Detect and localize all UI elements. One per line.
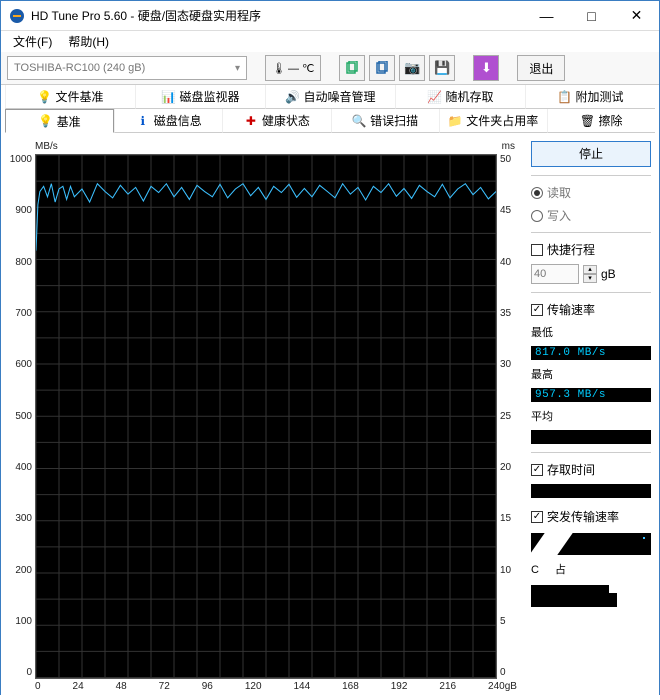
clipboard-icon: 📋 <box>557 90 571 104</box>
checkbox-icon: ✓ <box>531 304 543 316</box>
content-area: MB/s ms 10009008007006005004003002001000… <box>1 133 659 700</box>
label-cpu: C占 <box>531 561 651 577</box>
titlebar[interactable]: HD Tune Pro 5.60 - 硬盘/固态硬盘实用程序 — □ ✕ <box>1 1 659 31</box>
x-axis: 024487296120144168192216240gB <box>5 679 521 692</box>
bulb-icon: 💡 <box>39 114 53 128</box>
tab-aam[interactable]: 🔊自动噪音管理 <box>265 85 395 109</box>
toolbar: TOSHIBA-RC100 (240 gB) 🌡 — ℃ 📷 💾 ⬇ 退出 <box>1 52 659 85</box>
menu-help[interactable]: 帮助(H) <box>60 31 117 52</box>
spin-up-icon[interactable]: ▴ <box>583 265 597 274</box>
file-bench-icon: 💡 <box>37 90 51 104</box>
chart-panel: MB/s ms 10009008007006005004003002001000… <box>5 141 521 692</box>
radio-dot-icon <box>531 210 543 222</box>
search-icon: 🔍 <box>352 114 366 128</box>
temperature-value: — ℃ <box>288 62 314 75</box>
check-access-time[interactable]: ✓存取时间 <box>531 461 651 478</box>
tab-extra-tests[interactable]: 📋附加测试 <box>525 85 655 109</box>
spin-down-icon[interactable]: ▾ <box>583 274 597 283</box>
value-max: 957.3 MB/s <box>531 388 651 402</box>
radio-dot-icon <box>531 187 543 199</box>
value-min: 817.0 MB/s <box>531 346 651 360</box>
random-icon: 📈 <box>427 90 441 104</box>
tab-benchmark[interactable]: 💡基准 <box>5 109 114 133</box>
temperature-display: 🌡 — ℃ <box>265 55 321 81</box>
check-burst-rate[interactable]: ✓突发传输速率 <box>531 508 651 525</box>
quick-size-input[interactable] <box>531 264 579 284</box>
options-button[interactable]: ⬇ <box>473 55 499 81</box>
close-button[interactable]: ✕ <box>614 1 659 30</box>
tab-folder-usage[interactable]: 📁文件夹占用率 <box>439 109 547 133</box>
folder-icon: 📁 <box>448 114 462 128</box>
quick-size-spinner[interactable]: ▴▾ gB <box>531 264 651 284</box>
drive-select-value: TOSHIBA-RC100 (240 gB) <box>14 62 145 74</box>
value-avg-placeholder <box>531 430 651 444</box>
tab-erase[interactable]: 🗑擦除 <box>547 109 655 133</box>
checkbox-icon <box>531 244 543 256</box>
screenshot-button[interactable]: 📷 <box>399 55 425 81</box>
tab-health[interactable]: ✚健康状态 <box>222 109 330 133</box>
radio-write[interactable]: 写入 <box>531 207 651 224</box>
radio-read[interactable]: 读取 <box>531 184 651 201</box>
tab-error-scan[interactable]: 🔍错误扫描 <box>331 109 439 133</box>
speaker-icon: 🔊 <box>285 90 299 104</box>
monitor-icon: 📊 <box>161 90 175 104</box>
value-burst-placeholder <box>531 533 651 555</box>
quick-size-unit: gB <box>601 267 616 281</box>
info-icon: ℹ <box>136 114 150 128</box>
exit-button[interactable]: 退出 <box>517 55 565 81</box>
trash-icon: 🗑 <box>580 114 594 128</box>
value-cpu-placeholder <box>531 585 651 607</box>
app-window: HD Tune Pro 5.60 - 硬盘/固态硬盘实用程序 — □ ✕ 文件(… <box>0 0 660 695</box>
save-button[interactable]: 💾 <box>429 55 455 81</box>
y-axis-unit: MB/s <box>35 141 58 152</box>
check-transfer-rate[interactable]: ✓传输速率 <box>531 301 651 318</box>
copy-screenshot-button[interactable] <box>369 55 395 81</box>
side-panel: 停止 读取 写入 快捷行程 ▴▾ gB ✓传输速率 最低 817.0 MB/s … <box>531 141 651 692</box>
benchmark-chart <box>35 154 497 679</box>
tab-disk-monitor[interactable]: 📊磁盘监视器 <box>135 85 265 109</box>
drive-select[interactable]: TOSHIBA-RC100 (240 gB) <box>7 56 247 80</box>
menu-file[interactable]: 文件(F) <box>5 31 60 52</box>
maximize-button[interactable]: □ <box>569 1 614 30</box>
thermometer-icon: 🌡 <box>272 62 286 75</box>
window-title: HD Tune Pro 5.60 - 硬盘/固态硬盘实用程序 <box>31 7 261 24</box>
menubar: 文件(F) 帮助(H) <box>1 31 659 52</box>
y-axis-right: 50454035302520151050 <box>497 154 521 679</box>
health-icon: ✚ <box>244 114 258 128</box>
label-min: 最低 <box>531 324 651 340</box>
y-axis-left: 10009008007006005004003002001000 <box>5 154 35 679</box>
tab-file-benchmark[interactable]: 💡文件基准 <box>5 85 135 109</box>
value-access-placeholder <box>531 484 651 498</box>
app-logo-icon <box>9 8 25 24</box>
check-quick[interactable]: 快捷行程 <box>531 241 651 258</box>
stop-button[interactable]: 停止 <box>531 141 651 167</box>
copy-info-button[interactable] <box>339 55 365 81</box>
tab-info[interactable]: ℹ磁盘信息 <box>114 109 222 133</box>
minimize-button[interactable]: — <box>524 1 569 30</box>
label-avg: 平均 <box>531 408 651 424</box>
tab-random-access[interactable]: 📈随机存取 <box>395 85 525 109</box>
tabs-row-1: 💡文件基准 📊磁盘监视器 🔊自动噪音管理 📈随机存取 📋附加测试 <box>1 85 659 109</box>
checkbox-icon: ✓ <box>531 464 543 476</box>
checkbox-icon: ✓ <box>531 511 543 523</box>
y2-axis-unit: ms <box>502 141 515 152</box>
tabs-row-2: 💡基准 ℹ磁盘信息 ✚健康状态 🔍错误扫描 📁文件夹占用率 🗑擦除 <box>1 109 659 133</box>
label-max: 最高 <box>531 366 651 382</box>
